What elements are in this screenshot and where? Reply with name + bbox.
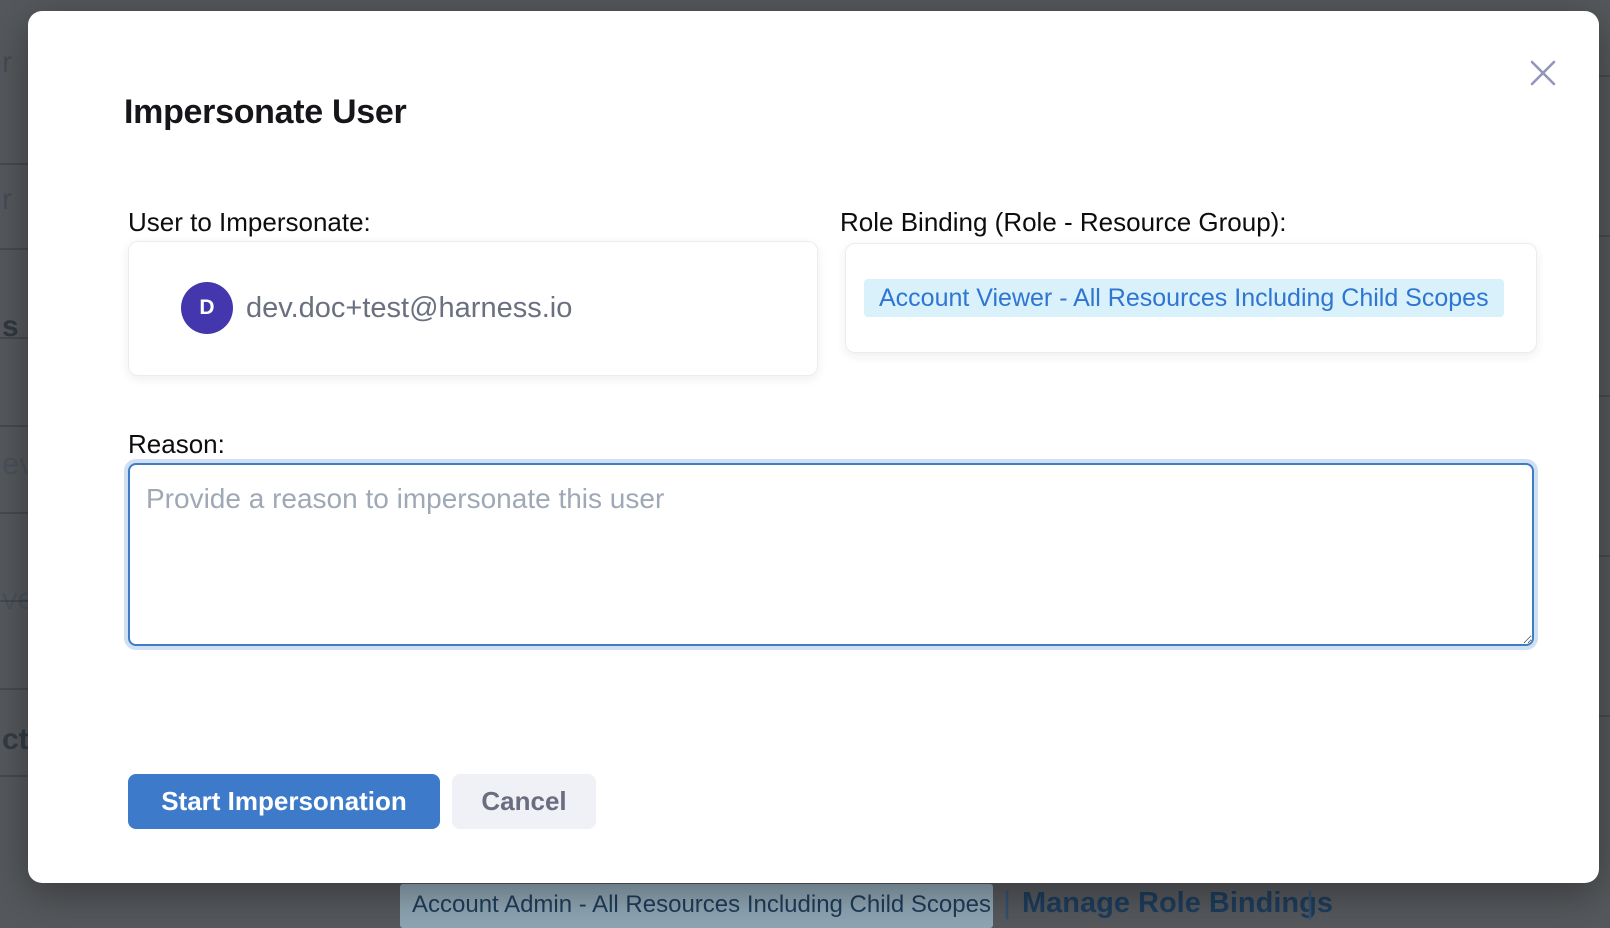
table-row-divider xyxy=(0,425,28,427)
dialog-title: Impersonate User xyxy=(124,93,406,132)
user-card: D dev.doc+test@harness.io xyxy=(128,241,818,376)
start-impersonation-button[interactable]: Start Impersonation xyxy=(128,774,440,829)
background-divider: | xyxy=(1306,883,1314,923)
table-row-divider xyxy=(0,163,28,165)
table-row-divider xyxy=(1599,715,1610,717)
background-text-fragment: r xyxy=(2,185,12,215)
role-binding-label: Role Binding (Role - Resource Group): xyxy=(840,206,1287,238)
background-text-fragment: r xyxy=(2,48,12,78)
table-row-divider xyxy=(0,688,28,690)
reason-textarea[interactable] xyxy=(128,463,1534,646)
reason-label: Reason: xyxy=(128,428,225,460)
table-row-divider xyxy=(0,600,28,602)
user-to-impersonate-label: User to Impersonate: xyxy=(128,206,371,238)
user-avatar: D xyxy=(181,282,233,334)
screen: r r s ev ve ct Account Admin - All Resou… xyxy=(0,0,1610,902)
table-row-divider xyxy=(1599,555,1610,557)
table-row-divider xyxy=(0,512,28,514)
table-row-divider xyxy=(1599,395,1610,397)
cancel-button[interactable]: Cancel xyxy=(452,774,596,829)
table-row-divider xyxy=(0,337,28,339)
user-email: dev.doc+test@harness.io xyxy=(246,242,572,375)
table-row-divider xyxy=(1599,75,1610,77)
table-row-divider xyxy=(0,248,28,250)
role-binding-card: Account Viewer - All Resources Including… xyxy=(845,243,1537,353)
table-row-divider xyxy=(0,775,28,777)
background-role-bindings-row: Account Admin - All Resources Including … xyxy=(0,883,1610,902)
background-text-fragment: ct xyxy=(2,725,29,755)
role-binding-tag: Account Viewer - All Resources Including… xyxy=(864,279,1504,317)
close-button[interactable] xyxy=(1528,58,1558,88)
background-divider: | xyxy=(1003,883,1011,923)
table-row-divider xyxy=(1599,235,1610,237)
background-role-tag: Account Admin - All Resources Including … xyxy=(400,884,993,928)
impersonate-user-dialog: Impersonate User User to Impersonate: D … xyxy=(28,11,1599,883)
user-avatar-initial: D xyxy=(199,296,214,320)
background-manage-role-bindings-link: Manage Role Bindings xyxy=(1022,883,1333,923)
close-icon xyxy=(1528,58,1558,88)
